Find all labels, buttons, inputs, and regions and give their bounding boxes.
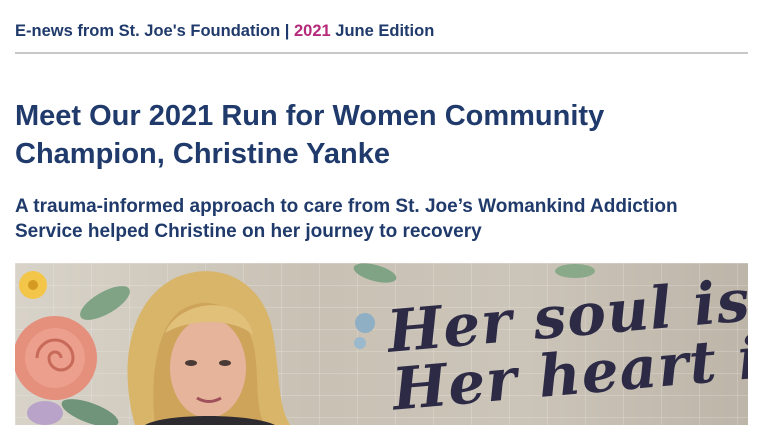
header-prefix: E-news from St. Joe's Foundation | [15,22,294,40]
newsletter-header: E-news from St. Joe's Foundation | 2021 … [15,22,434,41]
article-title[interactable]: Meet Our 2021 Run for Women Community Ch… [15,97,735,173]
article-subtitle: A trauma-informed approach to care from … [15,196,678,242]
header-divider [15,52,748,54]
hero-image[interactable]: Her soul is Her heart is [15,263,748,425]
header-edition: June Edition [330,22,435,40]
header-year: 2021 [293,22,331,40]
